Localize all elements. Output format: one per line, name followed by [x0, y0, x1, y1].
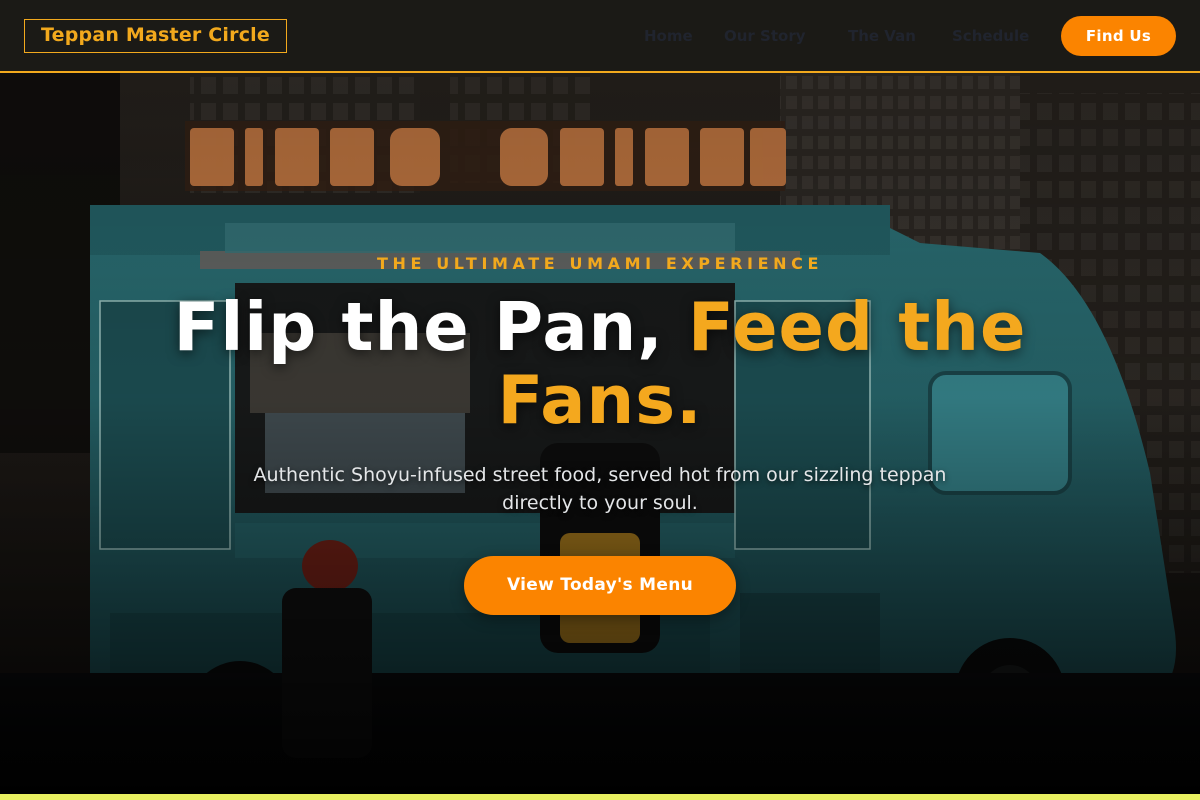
site-header: Teppan Master Circle Home Our Story The …: [0, 0, 1200, 73]
bottom-accent-strip: [0, 794, 1200, 800]
nav-link-our-story[interactable]: Our Story: [724, 24, 806, 48]
find-us-button[interactable]: Find Us: [1061, 16, 1176, 56]
headline-part-1: Flip the Pan,: [173, 288, 664, 366]
nav-link-the-van[interactable]: The Van: [848, 24, 916, 48]
nav-link-schedule[interactable]: Schedule: [952, 24, 1029, 48]
hero-kicker: THE ULTIMATE UMAMI EXPERIENCE: [376, 254, 824, 273]
view-menu-button[interactable]: View Today's Menu: [464, 556, 736, 615]
hero-section: THE ULTIMATE UMAMI EXPERIENCE Flip the P…: [0, 73, 1200, 794]
hero-subtext: Authentic Shoyu-infused street food, ser…: [253, 464, 947, 514]
hero-content: THE ULTIMATE UMAMI EXPERIENCE Flip the P…: [0, 73, 1200, 794]
hero-headline: Flip the Pan, Feed the Fans.: [150, 291, 1050, 437]
site-logo[interactable]: Teppan Master Circle: [24, 19, 287, 53]
nav-link-home[interactable]: Home: [644, 24, 693, 48]
